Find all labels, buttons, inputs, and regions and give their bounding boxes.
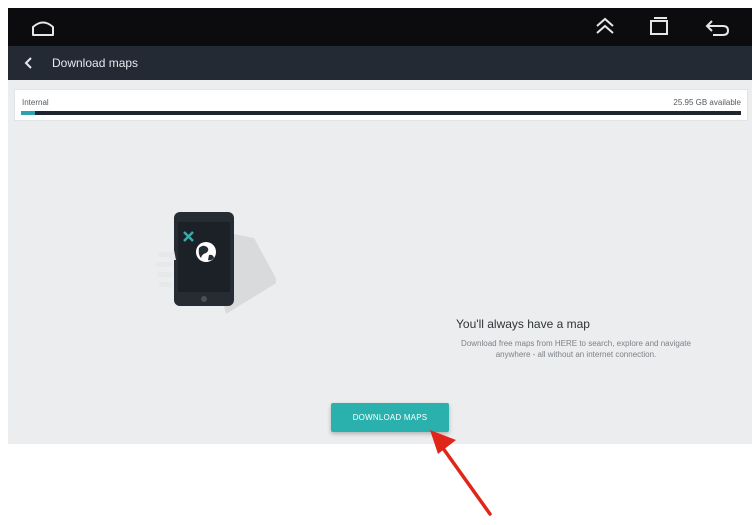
home-icon[interactable]	[28, 8, 58, 46]
storage-label: Internal	[22, 98, 49, 107]
page-title: Download maps	[52, 56, 139, 70]
promo-description: Download free maps from HERE to search, …	[418, 338, 734, 360]
promo-title: You'll always have a map	[456, 317, 590, 331]
download-maps-button[interactable]: DOWNLOAD MAPS	[331, 403, 449, 432]
storage-card: Internal 25.95 GB available	[14, 89, 748, 121]
recent-apps-icon[interactable]	[646, 8, 672, 46]
promo-description-line: Download free maps from HERE to search, …	[461, 339, 691, 348]
chevron-left-icon[interactable]	[18, 46, 42, 80]
back-icon[interactable]	[702, 8, 732, 46]
promo-description-line: anywhere - all without an internet conne…	[495, 350, 657, 359]
main-content: Internal 25.95 GB available You'll alway…	[8, 80, 752, 516]
storage-available: 25.95 GB available	[673, 98, 741, 107]
expand-up-icon[interactable]	[592, 8, 618, 46]
system-status-bar	[8, 8, 752, 46]
app-toolbar: Download maps	[8, 46, 752, 80]
phone-with-globe-icon	[156, 210, 278, 320]
storage-bar	[21, 111, 741, 115]
storage-bar-fill	[21, 111, 36, 115]
